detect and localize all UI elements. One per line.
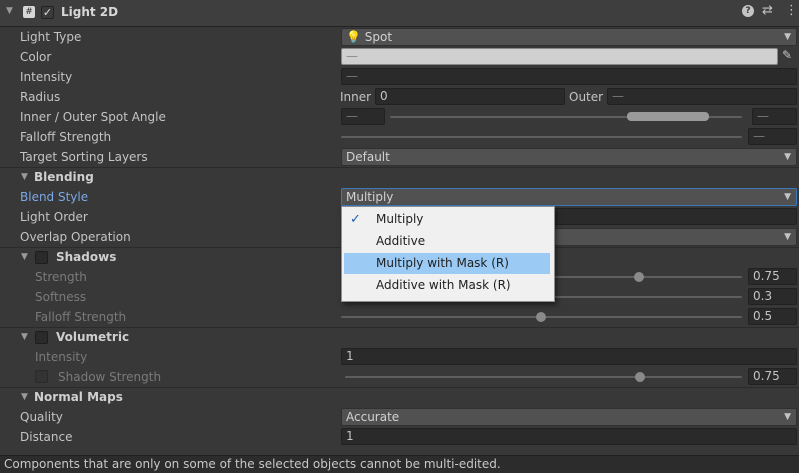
volumetric-shadow-field[interactable]: 0.75 (748, 368, 797, 385)
blend-style-dropdown[interactable]: Multiply ▼ (341, 188, 797, 206)
normal-maps-title: Normal Maps (34, 390, 123, 404)
foldout-arrow-icon[interactable]: ▼ (21, 168, 28, 187)
radius-label: Radius (20, 90, 61, 104)
menu-item-label: Additive with Mask (R) (376, 278, 511, 292)
radius-inner-field[interactable]: 0 (375, 88, 565, 105)
radius-outer-label: Outer (569, 90, 604, 104)
bulb-icon: 💡 (346, 30, 361, 44)
shadows-title: Shadows (56, 250, 117, 264)
shadow-strength-checkbox[interactable] (35, 370, 48, 383)
blending-title: Blending (34, 170, 94, 184)
shadow-softness-label: Softness (35, 290, 87, 304)
component-header: ▼ # ✓ Light 2D ? ⇄ ⋮ (0, 0, 799, 27)
chevron-down-icon: ▼ (784, 232, 791, 242)
foldout-arrow-icon[interactable]: ▼ (21, 388, 28, 407)
volumetric-section[interactable]: ▼ Volumetric (0, 327, 799, 347)
shadow-softness-field[interactable]: 0.3 (748, 288, 797, 305)
radius-inner-label: Inner (340, 90, 372, 104)
distance-label: Distance (20, 430, 73, 444)
spot-angle-min-field[interactable]: — (341, 108, 385, 125)
quality-value: Accurate (346, 410, 400, 424)
shadow-falloff-field[interactable]: 0.5 (748, 308, 797, 325)
spot-angle-max-field[interactable]: — (752, 108, 797, 125)
foldout-arrow-icon[interactable]: ▼ (21, 248, 28, 267)
shadow-strength-knob[interactable] (634, 272, 644, 282)
kebab-menu-icon[interactable]: ⋮ (785, 3, 798, 18)
volumetric-intensity-label: Intensity (35, 350, 88, 364)
volumetric-intensity-field[interactable]: 1 (341, 348, 797, 365)
falloff-label: Falloff Strength (20, 130, 112, 144)
blending-section[interactable]: ▼ Blending (0, 167, 799, 187)
chevron-down-icon: ▼ (784, 152, 791, 162)
shadow-strength-label: Strength (35, 270, 87, 284)
chevron-down-icon: ▼ (784, 412, 791, 422)
light-order-label: Light Order (20, 210, 88, 224)
checkmark-icon: ✓ (350, 212, 361, 227)
color-field[interactable]: — (341, 48, 778, 65)
intensity-field[interactable]: — (341, 68, 797, 85)
blend-style-value: Multiply (346, 190, 394, 204)
volumetric-title: Volumetric (56, 330, 130, 344)
shadows-checkbox[interactable] (35, 251, 48, 264)
quality-label: Quality (20, 410, 63, 424)
volumetric-shadow-knob[interactable] (635, 372, 645, 382)
falloff-slider[interactable] (341, 136, 742, 138)
overlap-label: Overlap Operation (20, 230, 131, 244)
script-icon: # (23, 6, 35, 18)
shadow-strength-field[interactable]: 0.75 (748, 268, 797, 285)
help-icon[interactable]: ? (742, 5, 754, 17)
volumetric-shadow-slider[interactable] (345, 376, 742, 378)
eyedropper-icon[interactable]: ✎ (782, 48, 792, 62)
spot-angle-range-handle[interactable] (627, 112, 709, 121)
sorting-layers-value: Default (346, 150, 390, 164)
menu-item-label: Multiply with Mask (R) (376, 256, 509, 270)
menu-item-additive[interactable]: Additive (344, 231, 550, 252)
normal-maps-section[interactable]: ▼ Normal Maps (0, 387, 799, 407)
enabled-checkbox[interactable]: ✓ (41, 6, 54, 19)
blend-style-label: Blend Style (20, 190, 89, 204)
light-type-value: Spot (364, 30, 393, 44)
chevron-down-icon: ▼ (784, 192, 791, 202)
menu-item-label: Additive (376, 234, 426, 248)
light-type-dropdown[interactable]: 💡 Spot ▼ (341, 28, 797, 46)
menu-item-multiply-mask[interactable]: Multiply with Mask (R) (344, 253, 550, 274)
intensity-label: Intensity (20, 70, 73, 84)
blend-style-menu: ✓ Multiply Additive Multiply with Mask (… (341, 206, 555, 302)
shadow-falloff-knob[interactable] (536, 312, 546, 322)
volumetric-shadow-strength-label: Shadow Strength (58, 370, 162, 384)
spot-angle-label: Inner / Outer Spot Angle (20, 110, 166, 124)
chevron-down-icon: ▼ (784, 32, 791, 42)
sorting-layers-label: Target Sorting Layers (20, 150, 148, 164)
light-type-label: Light Type (20, 30, 82, 44)
menu-item-label: Multiply (376, 212, 424, 226)
foldout-arrow-icon[interactable]: ▼ (6, 6, 13, 16)
falloff-field[interactable]: — (748, 128, 797, 145)
presets-icon[interactable]: ⇄ (762, 3, 773, 18)
menu-item-additive-mask[interactable]: Additive with Mask (R) (344, 275, 550, 296)
foldout-arrow-icon[interactable]: ▼ (21, 328, 28, 347)
color-label: Color (20, 50, 52, 64)
menu-item-multiply[interactable]: ✓ Multiply (344, 209, 550, 230)
quality-dropdown[interactable]: Accurate ▼ (341, 408, 797, 426)
component-title: Light 2D (61, 5, 119, 19)
multi-edit-warning: Components that are only on some of the … (0, 455, 799, 473)
sorting-layers-dropdown[interactable]: Default ▼ (341, 148, 797, 166)
shadow-falloff-label: Falloff Strength (35, 310, 127, 324)
distance-field[interactable]: 1 (341, 428, 797, 445)
volumetric-checkbox[interactable] (35, 331, 48, 344)
radius-outer-field[interactable]: — (607, 88, 797, 105)
